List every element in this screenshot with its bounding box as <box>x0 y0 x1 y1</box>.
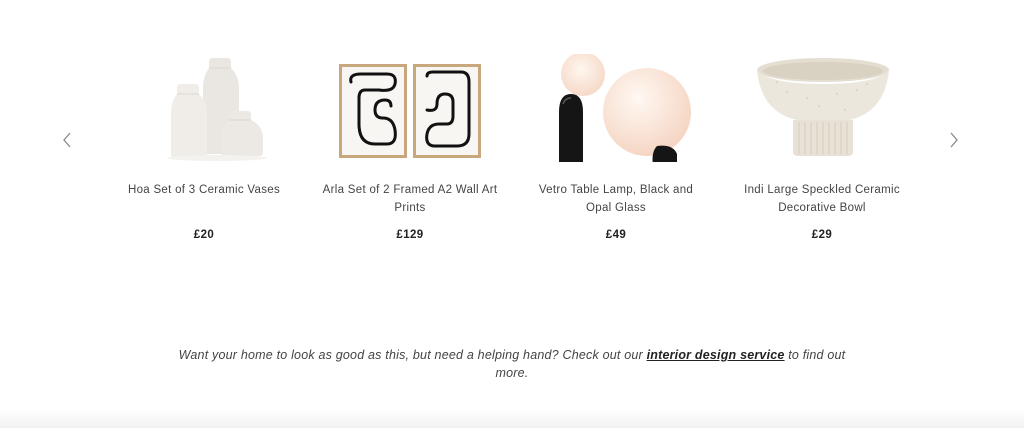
page: Hoa Set of 3 Ceramic Vases £20 Arla Set … <box>0 0 1024 428</box>
section-divider <box>0 410 1024 428</box>
product-carousel: Hoa Set of 3 Ceramic Vases £20 Arla Set … <box>0 0 1024 260</box>
interior-design-service-link[interactable]: interior design service <box>647 348 785 362</box>
product-name[interactable]: Hoa Set of 3 Ceramic Vases <box>114 181 294 217</box>
promo-text-before: Want your home to look as good as this, … <box>178 348 647 362</box>
product-price: £129 <box>396 229 424 241</box>
table-lamp-image[interactable] <box>541 52 691 166</box>
product-name[interactable]: Indi Large Speckled Ceramic Decorative B… <box>732 181 912 217</box>
product-price: £29 <box>811 229 833 241</box>
product-price: £49 <box>605 229 627 241</box>
product-card[interactable]: Hoa Set of 3 Ceramic Vases £20 <box>114 54 294 241</box>
product-name[interactable]: Vetro Table Lamp, Black and Opal Glass <box>526 181 706 217</box>
carousel-next-button[interactable] <box>944 130 964 150</box>
framed-prints-image[interactable] <box>335 54 485 166</box>
product-price: £20 <box>193 229 215 241</box>
ceramic-vases-image[interactable] <box>129 54 279 166</box>
chevron-right-icon <box>950 132 958 148</box>
promo-text: Want your home to look as good as this, … <box>170 346 854 382</box>
carousel-prev-button[interactable] <box>57 130 77 150</box>
product-card[interactable]: Indi Large Speckled Ceramic Decorative B… <box>732 54 912 241</box>
product-card[interactable]: Arla Set of 2 Framed A2 Wall Art Prints … <box>320 54 500 241</box>
chevron-left-icon <box>63 132 71 148</box>
product-card[interactable]: Vetro Table Lamp, Black and Opal Glass £… <box>526 52 706 241</box>
ceramic-bowl-image[interactable] <box>747 54 897 166</box>
product-name[interactable]: Arla Set of 2 Framed A2 Wall Art Prints <box>320 181 500 217</box>
